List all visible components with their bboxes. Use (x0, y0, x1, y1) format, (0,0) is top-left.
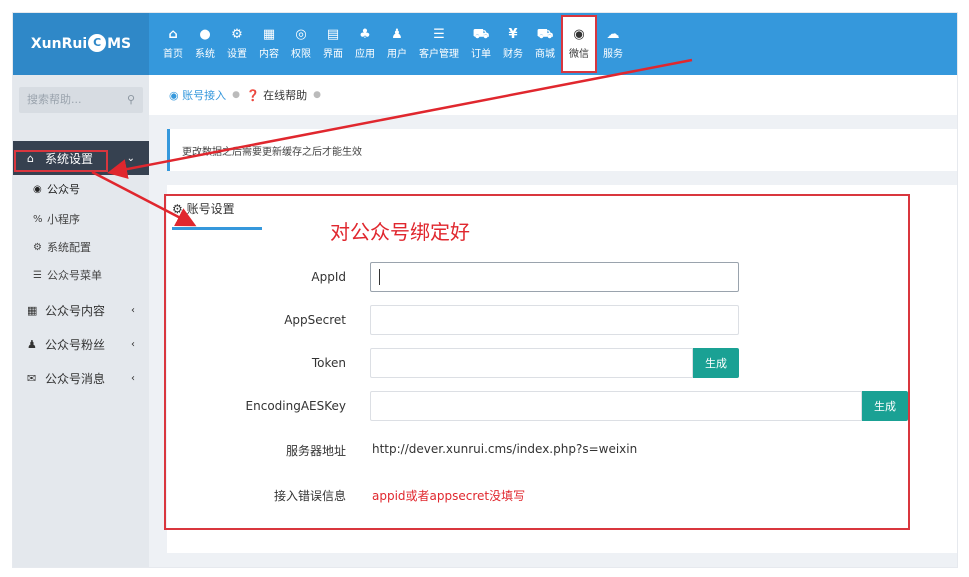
wechat-icon: ◉ (573, 27, 585, 42)
nav-content[interactable]: ▦ 内容 (253, 13, 285, 75)
user-shield-icon: ◎ (295, 27, 307, 42)
wechat-icon: ◉ (33, 183, 42, 195)
sidebar-item-mini-program[interactable]: % 小程序 (13, 209, 149, 229)
gear-icon: ⚙ (172, 202, 187, 216)
wechat-icon: ◉ (169, 88, 183, 102)
tab-underline (172, 227, 262, 230)
nav-settings[interactable]: ⚙ 设置 (221, 13, 253, 75)
sidebar-item-official-account[interactable]: ◉ 公众号 (13, 179, 149, 199)
nav-orders[interactable]: ⛟ 订单 (465, 13, 497, 75)
globe-icon: ● (199, 27, 211, 42)
nav-finance[interactable]: ¥ 财务 (497, 13, 529, 75)
breadcrumb: ◉ 账号接入 ● ❓ 在线帮助 ● (149, 75, 957, 115)
store-icon: ⛟ (536, 27, 554, 42)
cloud-icon: ☁ (606, 27, 620, 42)
nav-apps[interactable]: ♣ 应用 (349, 13, 381, 75)
sidebar-group-account-fans[interactable]: ♟ 公众号粉丝 ‹ (13, 327, 149, 361)
sidebar-group-account-content[interactable]: ▦ 公众号内容 ‹ (13, 293, 149, 327)
main-nav: ⌂ 首页 ● 系统 ⚙ 设置 ▦ 内容 ◎ 权限 ▤ 界面 ♣ 应用 ♟ 用户 ☰ 客户管理 ⛟ 订… (157, 13, 629, 75)
sidebar-item-account-menu[interactable]: ☰ 公众号菜单 (13, 265, 149, 285)
chevron-left-icon: ‹ (131, 338, 135, 350)
link-icon: % (33, 213, 43, 225)
sidebar: 搜索帮助... ⚲ ⌂ 系统设置 ⌄ ◉ 公众号 % 小程序 ⚙ 系统配置 ☰ … (13, 75, 149, 567)
gear-icon: ⚙ (33, 241, 42, 253)
nav-users[interactable]: ♟ 用户 (381, 13, 413, 75)
tab-account-settings[interactable]: ⚙ 账号设置 (172, 200, 235, 217)
nav-home[interactable]: ⌂ 首页 (157, 13, 189, 75)
gears-icon: ⚙ (231, 27, 243, 42)
appid-input[interactable] (370, 262, 739, 292)
user-icon: ♟ (27, 337, 37, 351)
user-icon: ♟ (391, 27, 403, 42)
layout-icon: ▤ (326, 27, 340, 42)
breadcrumb-separator: ● (232, 90, 240, 100)
encoding-aes-key-label: EncodingAESKey (245, 399, 346, 413)
appid-label: AppId (311, 270, 346, 284)
question-icon: ❓ (245, 88, 264, 102)
yen-icon: ¥ (508, 27, 518, 42)
generate-aes-key-button[interactable]: 生成 (862, 391, 908, 421)
grid-icon: ▦ (27, 303, 38, 317)
server-address-label: 服务器地址 (285, 444, 346, 458)
list-icon: ☰ (33, 269, 42, 281)
chevron-left-icon: ‹ (131, 304, 135, 316)
sidebar-group-account-messages[interactable]: ✉ 公众号消息 ‹ (13, 361, 149, 395)
home-icon: ⌂ (168, 27, 178, 42)
breadcrumb-account-access[interactable]: 账号接入 (182, 87, 226, 103)
search-input[interactable]: 搜索帮助... ⚲ (19, 87, 143, 113)
plugin-icon: ♣ (359, 27, 371, 42)
breadcrumb-separator: ● (313, 90, 322, 100)
sidebar-item-system-config[interactable]: ⚙ 系统配置 (13, 237, 149, 257)
nav-interface[interactable]: ▤ 界面 (317, 13, 349, 75)
chevron-down-icon: ⌄ (126, 152, 135, 164)
highlight-box-sidebar (14, 150, 108, 172)
nav-system[interactable]: ● 系统 (189, 13, 221, 75)
top-nav-bar: XunRui C MS ⌂ 首页 ● 系统 ⚙ 设置 ▦ 内容 ◎ 权限 ▤ 界面 ♣ 应用 ♟ 用… (13, 13, 957, 75)
appsecret-input[interactable] (370, 305, 739, 335)
list-icon: ☰ (433, 27, 445, 42)
appsecret-label: AppSecret (284, 313, 346, 327)
cache-notice: 更改数据之后需要更新缓存之后才能生效 (167, 129, 957, 171)
token-label: Token (311, 356, 346, 370)
nav-crm[interactable]: ☰ 客户管理 (413, 13, 465, 75)
breadcrumb-online-help[interactable]: 在线帮助 (263, 87, 307, 103)
annotation-text: 对公众号绑定好 (330, 220, 470, 244)
token-input[interactable] (370, 348, 693, 378)
encoding-aes-key-input[interactable] (370, 391, 862, 421)
text-cursor (379, 269, 380, 285)
chevron-left-icon: ‹ (131, 372, 135, 384)
nav-mall[interactable]: ⛟ 商城 (529, 13, 561, 75)
logo[interactable]: XunRui C MS (13, 13, 149, 75)
generate-token-button[interactable]: 生成 (693, 348, 739, 378)
grid-icon: ▦ (262, 27, 276, 42)
error-info-label: 接入错误信息 (273, 489, 346, 503)
cart-icon: ⛟ (472, 27, 490, 42)
nav-permission[interactable]: ◎ 权限 (285, 13, 317, 75)
error-info-value: appid或者appsecret没填写 (372, 489, 526, 503)
nav-service[interactable]: ☁ 服务 (597, 13, 629, 75)
nav-wechat[interactable]: ◉ 微信 (561, 15, 597, 73)
search-icon[interactable]: ⚲ (127, 87, 135, 113)
server-address-value: http://dever.xunrui.cms/index.php?s=weix… (372, 442, 638, 456)
envelope-icon: ✉ (27, 371, 37, 385)
